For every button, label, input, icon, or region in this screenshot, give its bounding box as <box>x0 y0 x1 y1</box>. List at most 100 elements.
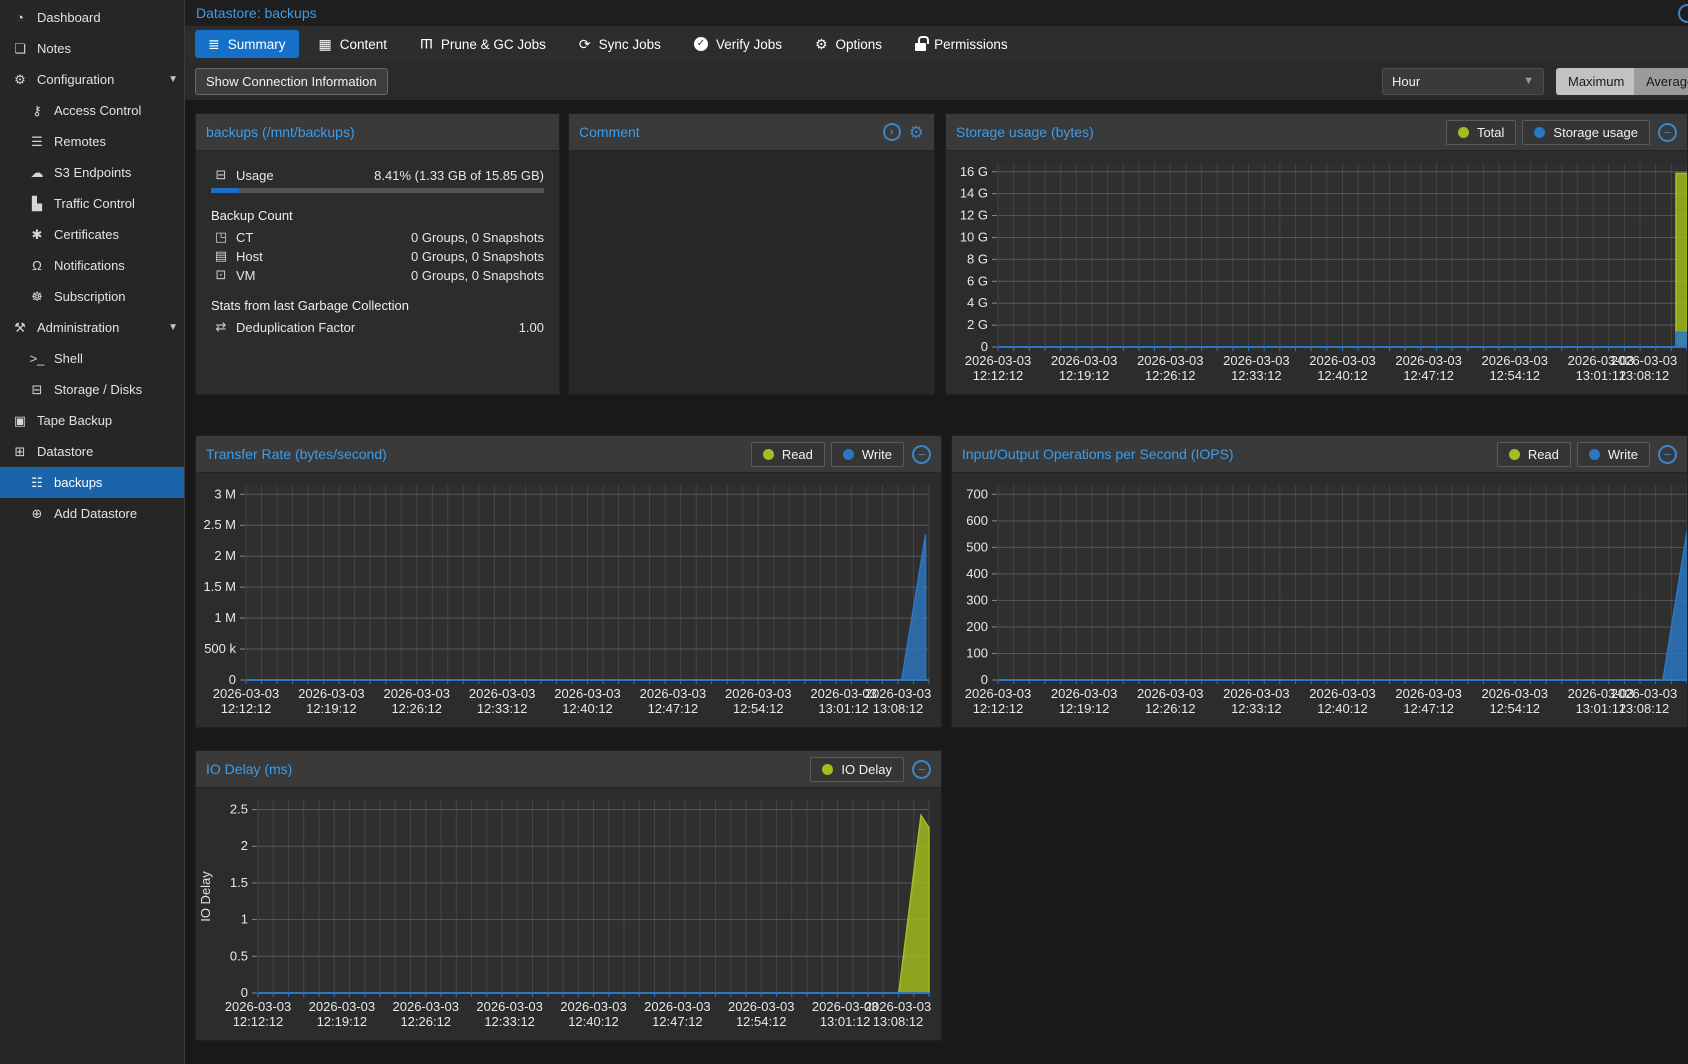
tab-content[interactable]: ▦Content <box>306 30 401 58</box>
dedup-row: ⇄ Deduplication Factor 1.00 <box>211 319 544 335</box>
cloud-upload-icon: ☁ <box>27 165 47 181</box>
chevron-down-icon: ▼ <box>1523 75 1534 87</box>
page-title: Datastore: backups <box>196 5 317 21</box>
show-connection-information-button[interactable]: Show Connection Information <box>195 68 388 95</box>
legend-item-storage-usage[interactable]: Storage usage <box>1522 120 1650 145</box>
sidebar-item-datastore[interactable]: ⊞Datastore <box>0 436 184 467</box>
collapse-chart-icon[interactable]: − <box>1658 445 1677 464</box>
gear-icon: ⚙ <box>815 37 828 51</box>
svg-text:200: 200 <box>966 619 988 634</box>
sidebar-item-notifications[interactable]: Ω Notifications <box>0 250 184 281</box>
circle-chevron-icon[interactable]: › <box>883 123 901 141</box>
dedup-value: 1.00 <box>519 320 544 335</box>
svg-text:2026-03-0312:33:12: 2026-03-0312:33:12 <box>469 686 536 716</box>
sidebar-item-label: Notifications <box>54 258 125 273</box>
gear-icon[interactable]: ⚙ <box>909 124 924 141</box>
svg-text:2.5: 2.5 <box>230 802 248 817</box>
notes-icon: ❏ <box>10 41 30 57</box>
sidebar-item-label: Add Datastore <box>54 506 137 521</box>
sidebar-item-tape-backup[interactable]: ▣Tape Backup <box>0 405 184 436</box>
svg-text:16 G: 16 G <box>960 164 988 179</box>
sidebar-item-add-datastore[interactable]: ⊕Add Datastore <box>0 498 184 529</box>
chevron-down-icon[interactable]: ▼ <box>168 322 178 333</box>
tab-permissions[interactable]: Permissions <box>902 30 1021 58</box>
legend-item-read[interactable]: Read <box>751 442 825 467</box>
datastore-summary-panel: backups (/mnt/backups) ⊟ Usage 8.41% (1.… <box>195 113 560 395</box>
count-value: 0 Groups, 0 Snapshots <box>411 268 544 283</box>
datastore-icon: ⊞ <box>10 444 30 460</box>
panel-header: IO Delay (ms) IO Delay − <box>196 751 941 788</box>
partial-circle-icon[interactable] <box>1678 4 1688 23</box>
timeframe-select[interactable]: Hour ▼ <box>1382 68 1544 95</box>
sidebar-item-traffic-control[interactable]: ▙Traffic Control <box>0 188 184 219</box>
count-row-vm: ⊡ VM 0 Groups, 0 Snapshots <box>211 267 544 283</box>
svg-text:2026-03-0312:12:12: 2026-03-0312:12:12 <box>225 999 292 1029</box>
sidebar-item-storage-disks[interactable]: ⊟Storage / Disks <box>0 374 184 405</box>
collapse-chart-icon[interactable]: − <box>912 760 931 779</box>
sidebar-item-label: Administration <box>37 320 119 335</box>
panel-title: Storage usage (bytes) <box>956 124 1094 140</box>
legend-item-io-delay[interactable]: IO Delay <box>810 757 904 782</box>
sidebar-item-certificates[interactable]: ✱ Certificates <box>0 219 184 250</box>
svg-text:0: 0 <box>981 339 988 354</box>
sidebar-item-label: Dashboard <box>37 10 101 25</box>
sidebar-item-subscription[interactable]: ☸Subscription <box>0 281 184 312</box>
sidebar-item-shell[interactable]: >_Shell <box>0 343 184 374</box>
storage-usage-chart: 16 G14 G12 G10 G8 G6 G4 G2 G02026-03-031… <box>946 151 1687 393</box>
gc-stats-title: Stats from last Garbage Collection <box>211 298 544 313</box>
tab-prune-gc-jobs[interactable]: ШPrune & GC Jobs <box>407 30 559 58</box>
collapse-chart-icon[interactable]: − <box>1658 123 1677 142</box>
usage-label: Usage <box>236 168 274 183</box>
legend-item-write[interactable]: Write <box>1577 442 1650 467</box>
chart-legend: TotalStorage usage <box>1446 120 1650 145</box>
sidebar-item-backups[interactable]: ☷backups <box>0 467 184 498</box>
collapse-chart-icon[interactable]: − <box>912 445 931 464</box>
usage-progress-fill <box>211 188 239 193</box>
svg-text:1.5: 1.5 <box>230 875 248 890</box>
svg-text:2026-03-0312:54:12: 2026-03-0312:54:12 <box>725 686 792 716</box>
sidebar-item-administration[interactable]: ⚒Administration▼ <box>0 312 184 343</box>
sidebar-item-notes[interactable]: ❏Notes <box>0 33 184 64</box>
sidebar-item-s3-endpoints[interactable]: ☁S3 Endpoints <box>0 157 184 188</box>
legend-dot <box>1458 127 1469 138</box>
tab-label: Verify Jobs <box>716 37 782 52</box>
tab-label: Content <box>340 37 387 52</box>
remotes-icon: ☰ <box>27 134 47 150</box>
svg-text:2026-03-0313:08:12: 2026-03-0313:08:12 <box>1611 686 1678 716</box>
comment-panel: Comment › ⚙ <box>568 113 935 395</box>
tab-options[interactable]: ⚙Options <box>802 30 895 58</box>
svg-text:0: 0 <box>241 985 248 1000</box>
sidebar-item-configuration[interactable]: ⚙Configuration▼ <box>0 64 184 95</box>
comment-body[interactable] <box>569 151 934 394</box>
sidebar-item-dashboard[interactable]: ◔Dashboard <box>0 2 184 33</box>
desktop-icon: ⊡ <box>211 267 231 283</box>
tab-summary[interactable]: ≣Summary <box>195 30 299 58</box>
certificate-icon: ✱ <box>27 227 47 243</box>
bell-icon: Ω <box>27 258 47 273</box>
legend-item-read[interactable]: Read <box>1497 442 1571 467</box>
svg-text:2026-03-0312:26:12: 2026-03-0312:26:12 <box>384 686 451 716</box>
svg-text:1 M: 1 M <box>214 610 236 625</box>
average-button[interactable]: Average <box>1634 68 1688 95</box>
sidebar-item-access-control[interactable]: ⚷Access Control <box>0 95 184 126</box>
maximum-button[interactable]: Maximum <box>1556 68 1634 95</box>
tab-sync-jobs[interactable]: ⟳Sync Jobs <box>566 30 674 58</box>
svg-text:2026-03-0312:40:12: 2026-03-0312:40:12 <box>1309 353 1376 383</box>
tab-verify-jobs[interactable]: ✓Verify Jobs <box>681 30 795 58</box>
svg-text:IO Delay: IO Delay <box>198 871 213 922</box>
svg-text:2026-03-0312:26:12: 2026-03-0312:26:12 <box>1137 686 1204 716</box>
legend-item-total[interactable]: Total <box>1446 120 1516 145</box>
sidebar-item-label: Certificates <box>54 227 119 242</box>
svg-text:2026-03-0312:47:12: 2026-03-0312:47:12 <box>1395 353 1462 383</box>
chevron-down-icon[interactable]: ▼ <box>168 74 178 85</box>
svg-text:2026-03-0312:40:12: 2026-03-0312:40:12 <box>554 686 621 716</box>
tab-label: Prune & GC Jobs <box>441 37 546 52</box>
timeframe-value: Hour <box>1392 74 1420 89</box>
svg-text:14 G: 14 G <box>960 186 988 201</box>
sidebar-item-remotes[interactable]: ☰Remotes <box>0 126 184 157</box>
legend-item-write[interactable]: Write <box>831 442 904 467</box>
terminal-icon: >_ <box>27 351 47 366</box>
panel-header: Input/Output Operations per Second (IOPS… <box>952 436 1687 473</box>
svg-text:4 G: 4 G <box>967 295 988 310</box>
svg-text:2 G: 2 G <box>967 317 988 332</box>
